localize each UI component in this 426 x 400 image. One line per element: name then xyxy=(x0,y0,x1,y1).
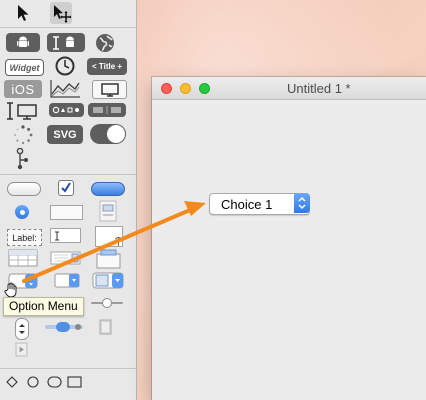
circle-shape-tool[interactable] xyxy=(27,376,39,388)
line-chart-icon xyxy=(50,80,80,98)
grid-icon xyxy=(8,249,38,267)
tool-palette: Widget < Title + iOS SVG Label: xyxy=(0,0,137,400)
minimize-window-button[interactable] xyxy=(180,83,191,94)
arrow-cursor-icon xyxy=(18,5,29,21)
checkbox-tool[interactable] xyxy=(58,180,74,196)
combo-box-icon xyxy=(54,273,80,288)
label-tool[interactable]: Label: xyxy=(7,229,42,246)
scroll-bar-tool[interactable] xyxy=(44,320,84,334)
progress-spinner-tool[interactable] xyxy=(10,124,36,146)
circle-icon xyxy=(27,376,39,388)
movie-player-tool[interactable] xyxy=(15,342,28,357)
option-menu-selected-value: Choice 1 xyxy=(221,197,273,212)
text-monitor-icon xyxy=(7,102,37,120)
arrow-select-tool[interactable] xyxy=(14,3,32,23)
close-window-button[interactable] xyxy=(161,83,172,94)
android-icon xyxy=(17,36,29,47)
radio-dot xyxy=(19,209,25,215)
switch-tool[interactable] xyxy=(90,124,126,144)
text-field-tool[interactable] xyxy=(50,205,83,220)
rectangle-icon xyxy=(67,376,82,388)
play-icon xyxy=(15,342,28,357)
move-select-tool[interactable] xyxy=(50,2,72,24)
text-area-tool[interactable] xyxy=(50,228,81,243)
grid-tool[interactable] xyxy=(8,249,38,267)
tab-panel-tool[interactable] xyxy=(96,249,121,269)
title-tool-label: < Title + xyxy=(91,62,123,71)
up-down-chevron-icon xyxy=(298,196,306,210)
radio-button-tool[interactable] xyxy=(15,205,29,219)
stepper-tool[interactable] xyxy=(15,318,29,340)
rectangle-shape-tool[interactable] xyxy=(67,376,82,388)
document-window: Untitled 1 * xyxy=(152,77,426,400)
window-title: Untitled 1 * xyxy=(287,81,351,96)
rounded-rect-shape-tool[interactable] xyxy=(47,376,62,388)
android-toolbar-tool[interactable] xyxy=(6,33,40,52)
image-popup-icon xyxy=(92,272,124,289)
slider-tool[interactable] xyxy=(50,250,81,266)
timer-tool[interactable] xyxy=(54,55,76,77)
window-titlebar[interactable]: Untitled 1 * xyxy=(152,77,426,100)
android-text-tool[interactable] xyxy=(47,33,85,52)
diamond-shape-tool[interactable] xyxy=(6,376,18,388)
monitor-icon xyxy=(100,82,119,97)
tab-panel-icon xyxy=(96,249,121,269)
push-button-tool[interactable] xyxy=(7,182,41,196)
android-text-icon xyxy=(53,35,74,50)
resize-corner-icon xyxy=(115,237,122,246)
svg-tool-label: SVG xyxy=(53,128,77,141)
svg-tool[interactable]: SVG xyxy=(47,125,83,144)
chart-tool[interactable] xyxy=(48,79,82,99)
label-tool-text: Label: xyxy=(12,232,37,243)
switch-knob xyxy=(107,125,125,143)
list-box-tool[interactable] xyxy=(95,226,123,247)
search-options-icon xyxy=(52,106,79,114)
image-popup-tool[interactable] xyxy=(92,272,124,289)
title-bar-tool[interactable]: < Title + xyxy=(87,58,127,75)
stepper-arrows-icon xyxy=(19,324,25,334)
scroller-icon xyxy=(45,322,83,332)
check-icon xyxy=(61,182,71,193)
desktop-text-tool[interactable] xyxy=(5,101,39,121)
list-buttons-icon xyxy=(93,106,121,114)
default-button-tool[interactable] xyxy=(91,182,125,196)
rounded-rect-icon xyxy=(47,376,62,388)
slider-icon xyxy=(91,298,123,308)
segmented-tool[interactable] xyxy=(88,103,126,117)
widget-tool[interactable]: Widget xyxy=(5,59,44,76)
web-tool[interactable] xyxy=(94,32,116,54)
zoom-window-button[interactable] xyxy=(199,83,210,94)
text-cursor-icon xyxy=(55,231,59,240)
ios-tool-label: iOS xyxy=(11,81,35,97)
option-menu-arrows[interactable] xyxy=(294,193,310,213)
diamond-icon xyxy=(6,376,18,388)
tooltip: Option Menu xyxy=(3,297,84,316)
globe-icon xyxy=(96,34,114,52)
horizontal-slider-tool[interactable] xyxy=(90,297,124,309)
widget-tool-label: Widget xyxy=(9,62,40,73)
tree-view-tool[interactable] xyxy=(10,148,34,170)
web-view-tool[interactable] xyxy=(92,80,127,99)
bevel-button-tool[interactable] xyxy=(98,200,118,222)
slider-control-icon xyxy=(50,251,81,265)
ios-tool[interactable]: iOS xyxy=(4,80,42,98)
option-menu-popup[interactable]: Choice 1 xyxy=(209,193,310,215)
combo-box-tool[interactable] xyxy=(54,273,80,288)
hand-cursor-icon xyxy=(3,282,19,298)
image-well-tool[interactable] xyxy=(99,319,112,335)
bevel-icon xyxy=(99,200,117,222)
clock-icon xyxy=(55,56,75,76)
search-field-tool[interactable] xyxy=(49,103,84,117)
image-well-icon xyxy=(99,319,112,335)
move-cursor-icon xyxy=(54,5,71,23)
spinner-icon xyxy=(14,125,33,145)
tree-icon xyxy=(16,148,28,170)
